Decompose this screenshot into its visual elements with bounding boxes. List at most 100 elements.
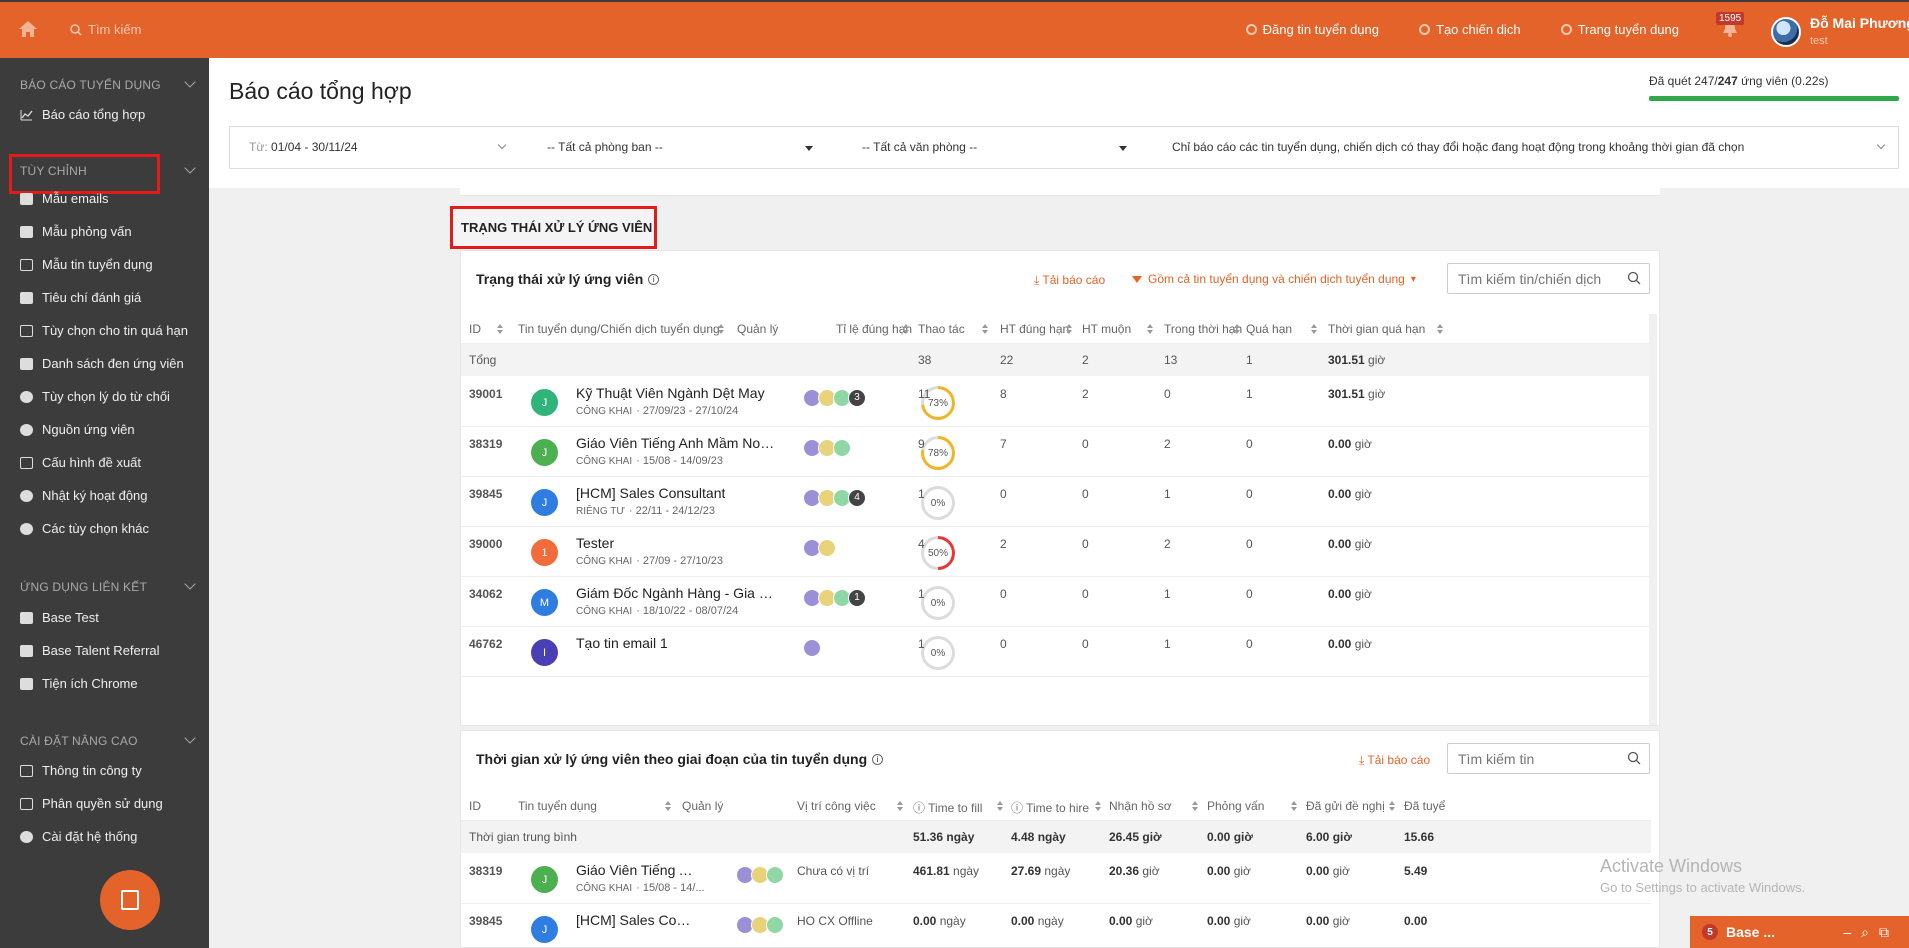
col-manager[interactable]: Quản lý [682, 799, 723, 813]
download-report-link[interactable]: ⤓ Tải báo cáo [1359, 753, 1430, 768]
search-icon [70, 23, 82, 36]
info-icon[interactable]: i [648, 273, 660, 285]
job-title-link[interactable]: [HCM] Sales Consultant [576, 485, 725, 501]
global-search[interactable]: Tìm kiếm [70, 22, 141, 37]
office-select[interactable]: -- Tất cả văn phòng -- [862, 140, 977, 154]
search-icon[interactable] [1627, 271, 1641, 285]
sort-icon[interactable] [997, 801, 1003, 811]
job-title-link[interactable]: Tạo tin email 1 [576, 635, 668, 651]
sort-icon[interactable] [665, 801, 671, 811]
col-ontime-rate[interactable]: Tỉ lệ đúng hạn [836, 322, 912, 336]
sort-icon[interactable] [1147, 324, 1153, 334]
sort-icon[interactable] [1192, 801, 1198, 811]
caret-down-icon[interactable] [1119, 146, 1127, 151]
sort-icon[interactable] [1234, 324, 1240, 334]
sort-icon[interactable] [718, 324, 724, 334]
job-campaign-search-input[interactable] [1447, 263, 1650, 294]
create-campaign-link[interactable]: Tạo chiến dịch [1419, 22, 1521, 37]
user-name[interactable]: Đỗ Mai Phương [1810, 15, 1909, 31]
job-title-link[interactable]: Kỹ Thuật Viên Ngành Dệt May [576, 385, 765, 401]
sidebar-item-company-info[interactable]: Thông tin công ty [20, 763, 142, 778]
vertical-scrollbar[interactable] [1649, 314, 1657, 725]
col-offer-sent[interactable]: Đã gửi đề nghị [1306, 799, 1385, 813]
sort-icon[interactable] [982, 324, 988, 334]
col-done-late[interactable]: HT muộn [1082, 322, 1131, 336]
col-time-to-fill[interactable]: ⓘ Time to fill [913, 799, 982, 816]
sidebar-item-other-options[interactable]: Các tùy chọn khác [20, 521, 149, 536]
sidebar-item-activity-log[interactable]: Nhật ký hoạt động [20, 488, 148, 503]
col-time-to-hire[interactable]: ⓘ Time to hire [1011, 799, 1089, 816]
col-hired[interactable]: Đã tuyể [1404, 799, 1445, 813]
sort-icon[interactable] [1311, 324, 1317, 334]
sort-icon[interactable] [497, 324, 503, 334]
sidebar-item-blacklist[interactable]: Danh sách đen ứng viên [20, 356, 184, 371]
sidebar-item-chrome-extension[interactable]: Tiện ích Chrome [20, 676, 138, 691]
table-row: 39845 J [HCM] Sales Consul... HO CX Offline… [461, 904, 1651, 947]
sidebar-item-talent-referral[interactable]: Base Talent Referral [20, 643, 160, 658]
job-title-link[interactable]: Tester [576, 535, 614, 551]
sidebar-item-email-templates[interactable]: Mẫu emails [20, 191, 108, 206]
col-interview[interactable]: Phỏng vấn [1207, 799, 1264, 813]
sort-icon[interactable] [1389, 801, 1395, 811]
col-overdue[interactable]: Quá hạn [1246, 322, 1292, 336]
sort-icon[interactable] [1095, 801, 1101, 811]
chevron-down-icon[interactable] [184, 76, 196, 88]
search-icon[interactable] [1627, 751, 1641, 765]
chevron-down-icon[interactable] [497, 140, 507, 150]
col-position[interactable]: Vị trí công việc [797, 799, 876, 813]
job-title-link[interactable]: [HCM] Sales Consul... [576, 912, 696, 928]
col-actions[interactable]: Thao tác [918, 322, 965, 336]
user-avatar[interactable] [1771, 17, 1801, 47]
col-manager[interactable]: Quản lý [737, 322, 778, 336]
sidebar-item-summary-report[interactable]: Báo cáo tổng hợp [20, 107, 145, 122]
job-title-link[interactable]: Giáo Viên Tiếng Anh Mầm Non... [576, 435, 776, 451]
sidebar-item-job-templates[interactable]: Mẫu tin tuyển dụng [20, 257, 153, 272]
sidebar-item-system-settings[interactable]: Cài đặt hệ thống [20, 829, 137, 844]
post-job-link[interactable]: Đăng tin tuyển dụng [1245, 22, 1379, 37]
sidebar-item-suggestion-config[interactable]: Cấu hình đề xuất [20, 455, 141, 470]
chevron-down-icon[interactable] [184, 162, 196, 174]
col-done-ontime[interactable]: HT đúng hạn [1000, 322, 1069, 336]
sort-icon[interactable] [1437, 324, 1443, 334]
sort-icon[interactable] [1291, 801, 1297, 811]
chat-window-controls[interactable]: –⌕⧉ [1843, 924, 1899, 941]
col-received[interactable]: Nhận hồ sơ [1109, 799, 1172, 813]
chevron-down-icon[interactable] [184, 732, 196, 744]
task-fab-button[interactable] [100, 870, 160, 930]
sort-icon[interactable] [897, 801, 903, 811]
chat-widget[interactable]: 5 Base ... –⌕⧉ [1690, 916, 1909, 948]
sidebar-item-overdue-options[interactable]: Tùy chọn cho tin quá hạn [20, 323, 188, 338]
job-title-link[interactable]: Giám Đốc Ngành Hàng - Gia D... [576, 585, 776, 601]
sort-icon[interactable] [903, 324, 909, 334]
sidebar-item-candidate-sources[interactable]: Nguồn ứng viên [20, 422, 135, 437]
sidebar-item-interview-templates[interactable]: Mẫu phỏng vấn [20, 224, 132, 239]
chevron-down-icon[interactable] [184, 578, 196, 590]
col-in-time[interactable]: Trong thời hạn [1164, 322, 1242, 336]
x-square-icon [20, 357, 33, 370]
col-job[interactable]: Tin tuyển dụng [518, 799, 597, 813]
sidebar-item-reject-reasons[interactable]: Tùy chọn lý do từ chối [20, 389, 170, 404]
sort-icon[interactable] [1066, 324, 1072, 334]
caret-down-icon[interactable] [805, 146, 813, 151]
department-select[interactable]: -- Tất cả phòng ban -- [547, 140, 663, 154]
career-page-link[interactable]: Trang tuyển dụng [1560, 22, 1679, 37]
col-job[interactable]: Tin tuyển dụng/Chiến dịch tuyển dụng [518, 322, 720, 336]
sidebar-item-evaluation-criteria[interactable]: Tiêu chí đánh giá [20, 290, 141, 305]
home-icon[interactable] [18, 20, 38, 38]
col-id[interactable]: ID [469, 322, 481, 336]
scan-progress-bar [1649, 96, 1899, 101]
job-title-link[interactable]: Giáo Viên Tiếng An... [576, 862, 696, 878]
scope-select[interactable]: Chỉ báo cáo các tin tuyển dụng, chiến dị… [1172, 140, 1744, 154]
info-icon[interactable]: i [872, 753, 884, 765]
windows-watermark: Activate Windows [1600, 856, 1743, 876]
col-overdue-time[interactable]: Thời gian quá hạn [1328, 322, 1425, 336]
col-id[interactable]: ID [469, 799, 481, 813]
download-report-link[interactable]: ⤓ Tải báo cáo [1034, 273, 1105, 288]
job-search-input[interactable] [1447, 743, 1650, 774]
chevron-down-icon[interactable] [1876, 140, 1886, 150]
sidebar-item-permissions[interactable]: Phân quyền sử dụng [20, 796, 163, 811]
scope-filter-dropdown[interactable]: Gồm cả tin tuyển dụng và chiến dịch tuyể… [1132, 272, 1416, 286]
sidebar-item-base-test[interactable]: Base Test [20, 610, 99, 625]
date-range-filter[interactable]: Từ: 01/04 - 30/11/24 [249, 140, 358, 154]
overdue-time: 301.51 giờ [1328, 387, 1385, 401]
